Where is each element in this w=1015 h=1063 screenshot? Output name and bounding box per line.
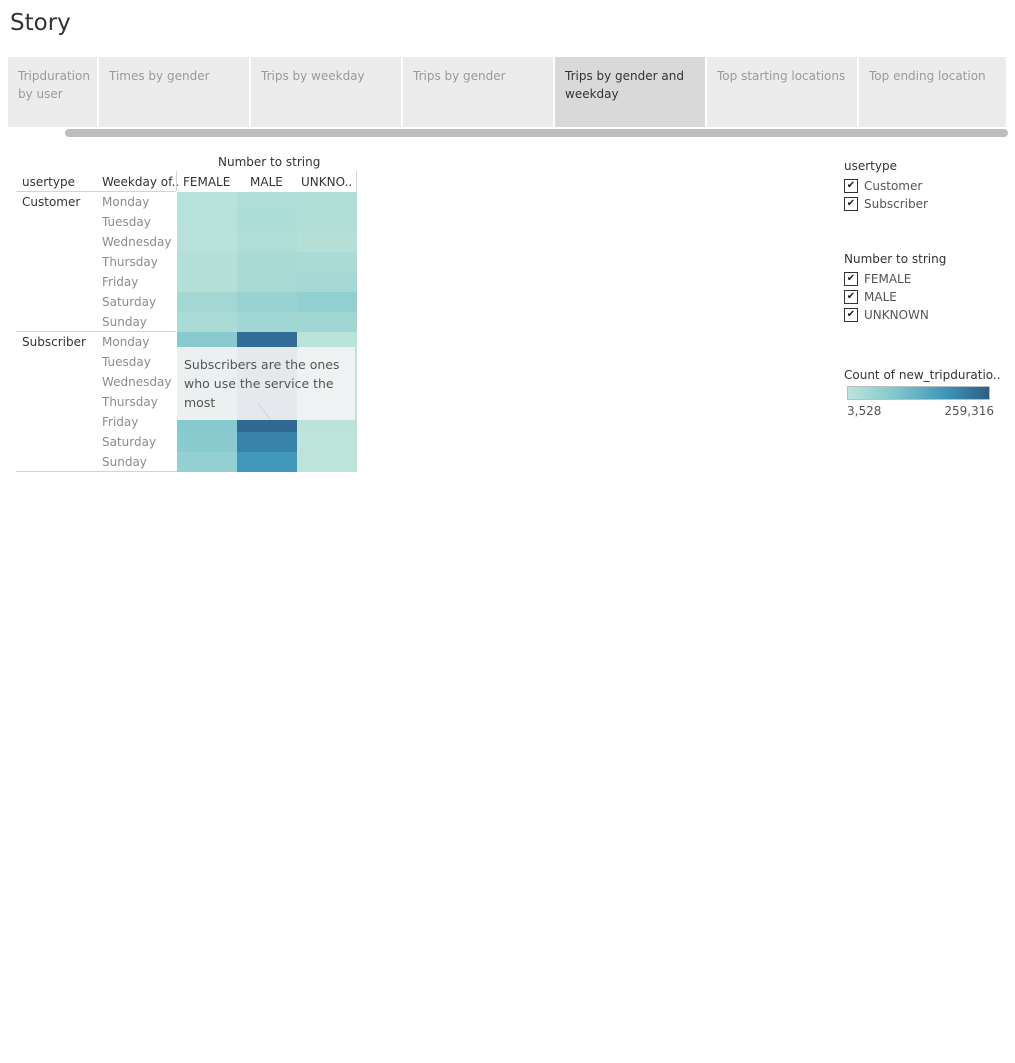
heatmap-cell[interactable] [297,232,357,252]
checkbox-checked-icon[interactable]: ✔ [844,308,858,322]
group-label-customer: Customer [22,195,81,209]
day-label: Monday [102,195,150,209]
day-label: Sunday [102,315,147,329]
story-title: Story [10,10,71,36]
gender-filter: Number to string ✔ FEMALE ✔ MALE ✔ UNKNO… [844,252,946,324]
color-legend-title: Count of new_tripduratio.. [844,368,1001,382]
filter-item-male[interactable]: ✔ MALE [844,288,946,306]
column-header-female[interactable]: FEMALE [183,175,230,189]
tab-tripduration-by-user[interactable]: Tripduration by user [8,57,99,127]
day-label: Sunday [102,455,147,469]
tab-times-by-gender[interactable]: Times by gender [99,57,251,127]
usertype-filter: usertype ✔ Customer ✔ Subscriber [844,159,928,213]
heatmap-cell[interactable] [297,432,357,452]
heatmap-cell[interactable] [177,192,237,212]
day-label: Thursday [102,255,158,269]
checkbox-checked-icon[interactable]: ✔ [844,272,858,286]
tab-trips-by-gender[interactable]: Trips by gender [403,57,555,127]
heatmap-cell[interactable] [237,452,297,472]
heatmap-cell[interactable] [297,272,357,292]
heatmap-cell[interactable] [237,432,297,452]
heatmap-cell[interactable] [297,312,357,332]
filter-item-customer[interactable]: ✔ Customer [844,177,928,195]
heatmap-cell[interactable] [177,212,237,232]
filter-item-unknown[interactable]: ✔ UNKNOWN [844,306,946,324]
heatmap-cell[interactable] [297,212,357,232]
day-label: Monday [102,335,150,349]
day-label: Saturday [102,435,157,449]
filter-item-label: FEMALE [864,272,912,286]
day-label: Saturday [102,295,157,309]
heatmap-cell[interactable] [177,232,237,252]
gender-filter-title: Number to string [844,252,947,266]
checkbox-checked-icon[interactable]: ✔ [844,179,858,193]
checkbox-checked-icon[interactable]: ✔ [844,290,858,304]
heatmap-cell[interactable] [177,312,237,332]
heatmap-cell[interactable] [297,292,357,312]
heatmap-cell[interactable] [177,432,237,452]
usertype-filter-title: usertype [844,159,897,173]
filter-item-label: UNKNOWN [864,308,929,322]
header-divider [176,171,177,191]
tab-top-ending-location[interactable]: Top ending location [859,57,1008,127]
day-label: Friday [102,275,139,289]
day-label: Wednesday [102,375,172,389]
filter-item-label: Customer [864,179,923,193]
heatmap-cell[interactable] [177,272,237,292]
group-label-subscriber: Subscriber [22,335,86,349]
color-legend: Count of new_tripduratio.. 3,528 259,316 [844,368,1001,418]
heatmap-cell[interactable] [297,452,357,472]
weekday-header[interactable]: Weekday of.. [102,175,179,189]
filter-item-label: MALE [864,290,897,304]
column-header-male[interactable]: MALE [250,175,283,189]
heatmap-cell[interactable] [237,252,297,272]
column-header-unknown[interactable]: UNKNO.. [301,175,352,189]
heatmap-cell[interactable] [237,272,297,292]
heatmap-cell[interactable] [297,192,357,212]
story-tabs: Tripduration by user Times by gender Tri… [8,57,1008,127]
checkbox-checked-icon[interactable]: ✔ [844,197,858,211]
heatmap-cell[interactable] [237,232,297,252]
heatmap-cell[interactable] [177,452,237,472]
filter-item-subscriber[interactable]: ✔ Subscriber [844,195,928,213]
day-label: Friday [102,415,139,429]
day-label: Thursday [102,395,158,409]
usertype-header[interactable]: usertype [22,175,75,189]
heatmap-cell[interactable] [297,252,357,272]
color-ramp[interactable] [847,386,990,400]
heatmap-cell[interactable] [237,312,297,332]
heatmap-cell[interactable] [177,292,237,312]
heatmap-cell[interactable] [237,212,297,232]
header-rule [16,191,176,192]
tab-top-starting-locations[interactable]: Top starting locations [707,57,859,127]
color-legend-min: 3,528 [847,404,882,418]
filter-item-female[interactable]: ✔ FEMALE [844,270,946,288]
filter-item-label: Subscriber [864,197,928,211]
heatmap-cell[interactable] [177,252,237,272]
day-label: Tuesday [102,355,151,369]
heatmap-cell[interactable] [237,292,297,312]
color-legend-max: 259,316 [944,404,994,418]
tab-trips-by-gender-and-weekday[interactable]: Trips by gender and weekday [555,57,707,127]
tabs-scrollbar[interactable] [65,129,1008,137]
tab-trips-by-weekday[interactable]: Trips by weekday [251,57,403,127]
heatmap-cell[interactable] [237,192,297,212]
day-label: Tuesday [102,215,151,229]
group-divider [16,331,176,332]
column-group-header: Number to string [218,155,321,169]
day-label: Wednesday [102,235,172,249]
